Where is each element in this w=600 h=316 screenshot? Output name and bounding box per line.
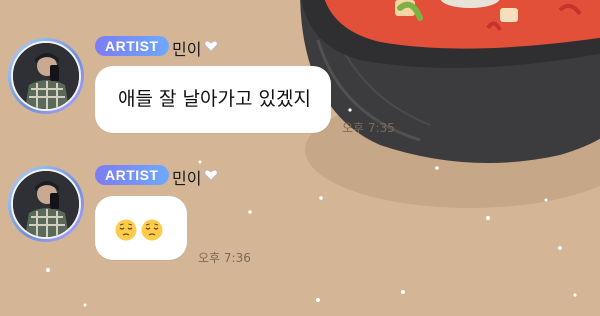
message-bubble[interactable]: 애들 잘 날아가고 있겠지 <box>95 66 331 133</box>
message-time: 오후 7:36 <box>198 251 251 265</box>
heart-icon <box>204 169 218 181</box>
background-illustration <box>46 0 600 307</box>
artist-badge: ARTIST <box>95 36 169 56</box>
heart-icon <box>204 40 218 52</box>
artist-badge: ARTIST <box>95 165 169 185</box>
sender-name: 민이 <box>172 40 202 59</box>
avatar[interactable] <box>8 38 84 114</box>
pensive-face-icon <box>115 219 137 240</box>
sender-name: 민이 <box>172 169 202 188</box>
pensive-face-icon <box>141 219 163 240</box>
message-time: 오후 7:35 <box>342 121 395 135</box>
message-bubble[interactable] <box>95 196 187 260</box>
avatar[interactable] <box>8 166 84 242</box>
profile-photo <box>13 43 79 109</box>
profile-photo <box>13 171 79 237</box>
message-text: 애들 잘 날아가고 있겠지 <box>118 88 311 110</box>
